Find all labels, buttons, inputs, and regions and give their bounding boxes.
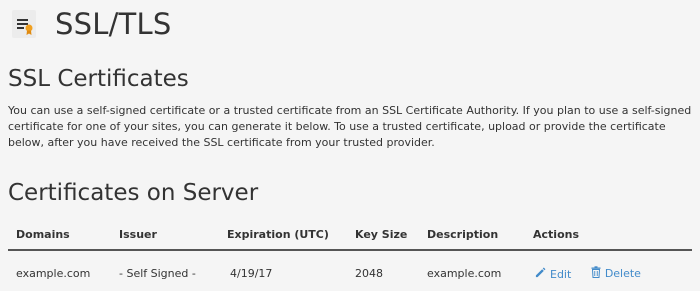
cell-issuer: - Self Signed - (119, 267, 196, 280)
trash-icon (591, 266, 605, 281)
column-header-issuer: Issuer (111, 219, 219, 251)
pencil-icon (535, 267, 550, 281)
page-title: SSL/TLS (55, 7, 172, 41)
column-header-domains: Domains (8, 219, 111, 251)
column-header-description: Description (419, 219, 525, 251)
cell-description: example.com (427, 267, 502, 280)
edit-button[interactable]: Edit (535, 267, 571, 281)
section-title-ssl-certificates: SSL Certificates (8, 66, 189, 92)
table-row: example.com - Self Signed - 4/19/17 2048… (8, 250, 692, 291)
column-header-expiration: Expiration (UTC) (219, 219, 347, 251)
certificates-table: Domains Issuer Expiration (UTC) Key Size… (8, 219, 692, 291)
delete-label: Delete (604, 267, 641, 280)
edit-label: Edit (550, 267, 572, 281)
table-header-row: Domains Issuer Expiration (UTC) Key Size… (8, 219, 692, 251)
column-header-key-size: Key Size (347, 219, 419, 251)
page-header: SSL/TLS (8, 6, 171, 42)
cell-domains: example.com (16, 267, 91, 280)
section-title-certificates-on-server: Certificates on Server (8, 180, 259, 206)
ssl-certificate-icon (8, 7, 42, 41)
cell-actions: Edit Delete (525, 250, 692, 291)
cell-expiration: 4/19/17 (230, 267, 273, 280)
ssl-description: You can use a self-signed certificate or… (8, 104, 692, 149)
delete-button[interactable]: Delete (591, 266, 641, 281)
cell-key-size: 2048 (355, 267, 383, 280)
column-header-actions: Actions (525, 219, 692, 251)
